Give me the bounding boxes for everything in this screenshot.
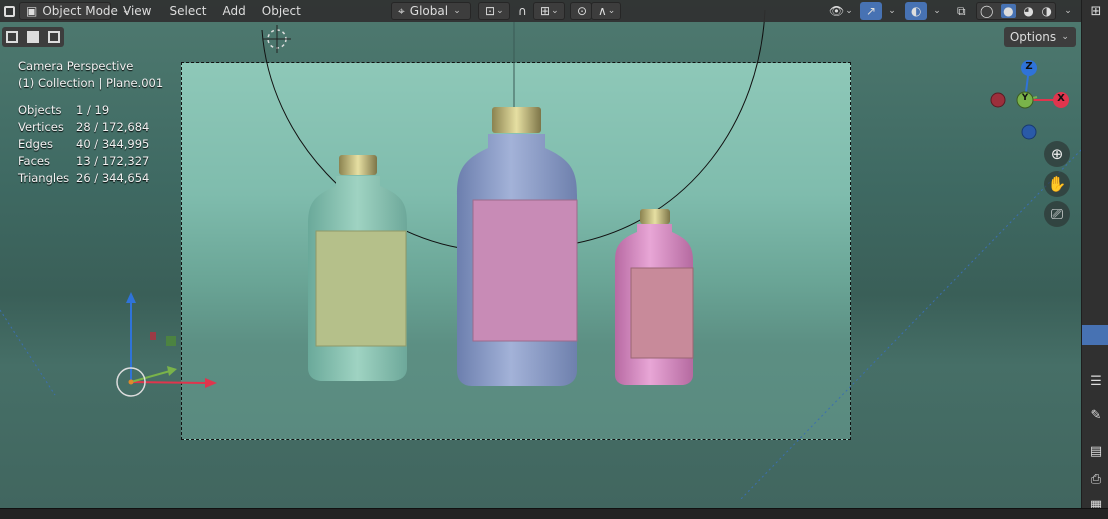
object-visibility-icon[interactable]: 👁 ⌄ <box>823 2 857 20</box>
camera-frame <box>181 62 851 440</box>
selected-outliner-row[interactable] <box>1082 325 1108 345</box>
overlays-icon[interactable]: ◐ <box>905 2 927 20</box>
render-properties-icon[interactable]: ▤ <box>1088 444 1104 460</box>
shading-mode-buttons[interactable]: ◯ ● ◕ ◑ <box>976 2 1056 20</box>
tool-settings-icon[interactable]: ☰ <box>1088 374 1104 390</box>
mode-label: Object Mode <box>42 4 118 18</box>
timeline-header <box>0 508 1108 519</box>
camera-view-icon[interactable]: ⎚ <box>1044 201 1070 227</box>
tool-properties-icon[interactable]: ✎ <box>1088 408 1104 424</box>
object-mode-dropdown[interactable]: ▣ Object Mode ⌄ <box>19 2 129 20</box>
chevron-down-icon[interactable]: ⌄ <box>927 2 947 20</box>
gizmo-x-label[interactable]: X <box>1056 93 1066 104</box>
view-name: Camera Perspective <box>18 59 134 73</box>
transform-orientation-dropdown[interactable]: ⌖ Global ⌄ <box>391 2 471 20</box>
select-new-icon[interactable] <box>6 31 19 43</box>
solid-shading-icon[interactable]: ● <box>1001 4 1016 18</box>
gizmo-y-label[interactable]: Y <box>1020 93 1030 103</box>
viewport-header: ▣ Object Mode ⌄ View Select Add Object ⌖… <box>0 0 1081 22</box>
select-mode-toolbar <box>0 26 64 48</box>
properties-editor-edge: ⊞ ☰ ✎ ▤ ⎙ ▦ <box>1081 0 1108 513</box>
chevron-down-icon: ⌄ <box>453 6 461 16</box>
pivot-point-icon[interactable]: ⊡ ⌄ <box>478 2 510 20</box>
zoom-icon[interactable]: ⊕ <box>1044 141 1070 167</box>
3d-viewport[interactable]: Z X Y ⊕ ✋ ⎚ Camera Perspective (1) Colle… <box>0 0 1081 508</box>
options-button[interactable]: Options ⌄ <box>1004 27 1076 47</box>
3d-viewport-icon[interactable] <box>0 2 19 20</box>
pan-hand-icon[interactable]: ✋ <box>1044 171 1070 197</box>
viewport-info-overlay: Camera Perspective (1) Collection | Plan… <box>18 58 163 187</box>
xray-icon[interactable]: ⧉ <box>951 2 973 20</box>
menu-add[interactable]: Add <box>217 2 252 20</box>
gizmo-toggle-icon[interactable]: ↗ <box>860 2 882 20</box>
select-subtract-icon[interactable] <box>47 31 60 43</box>
menu-view[interactable]: View <box>117 2 157 20</box>
collection-name: (1) Collection | Plane.001 <box>18 76 164 90</box>
material-preview-icon[interactable]: ◕ <box>1023 4 1033 18</box>
outliner-icon[interactable]: ⊞ <box>1088 4 1104 20</box>
rendered-shading-icon[interactable]: ◑ <box>1042 4 1052 18</box>
stat-objects: Objects 1 / 19 <box>18 103 110 117</box>
select-extend-icon[interactable] <box>26 31 39 43</box>
3d-cursor <box>263 25 291 53</box>
chevron-down-icon[interactable]: ⌄ <box>882 2 902 20</box>
proportional-edit-icon[interactable]: ⊙ <box>570 2 592 20</box>
orientation-label: Global <box>409 4 449 18</box>
falloff-curve-icon[interactable]: ∧ ⌄ <box>591 2 621 20</box>
menu-select[interactable]: Select <box>163 2 212 20</box>
snap-magnet-icon[interactable]: ∩ <box>512 2 534 20</box>
light-guide-line <box>0 309 56 396</box>
chevron-down-icon: ⌄ <box>1061 32 1069 42</box>
stat-faces: Faces 13 / 172,327 <box>18 154 150 168</box>
wireframe-shading-icon[interactable]: ◯ <box>980 4 993 18</box>
transform-orientation-icon: ⌖ <box>398 3 405 18</box>
object-mode-icon: ▣ <box>26 4 38 18</box>
gizmo-z-label[interactable]: Z <box>1024 61 1034 72</box>
menu-object[interactable]: Object <box>256 2 307 20</box>
stat-vertices: Vertices 28 / 172,684 <box>18 120 150 134</box>
stat-triangles: Triangles 26 / 344,654 <box>18 171 150 185</box>
stat-edges: Edges 40 / 344,995 <box>18 137 150 151</box>
options-label: Options <box>1009 30 1057 44</box>
output-properties-icon[interactable]: ⎙ <box>1088 472 1104 488</box>
snap-increment-icon[interactable]: ⊞ ⌄ <box>533 2 565 20</box>
selection-mode-buttons[interactable] <box>2 27 64 47</box>
chevron-down-icon[interactable]: ⌄ <box>1058 2 1078 20</box>
